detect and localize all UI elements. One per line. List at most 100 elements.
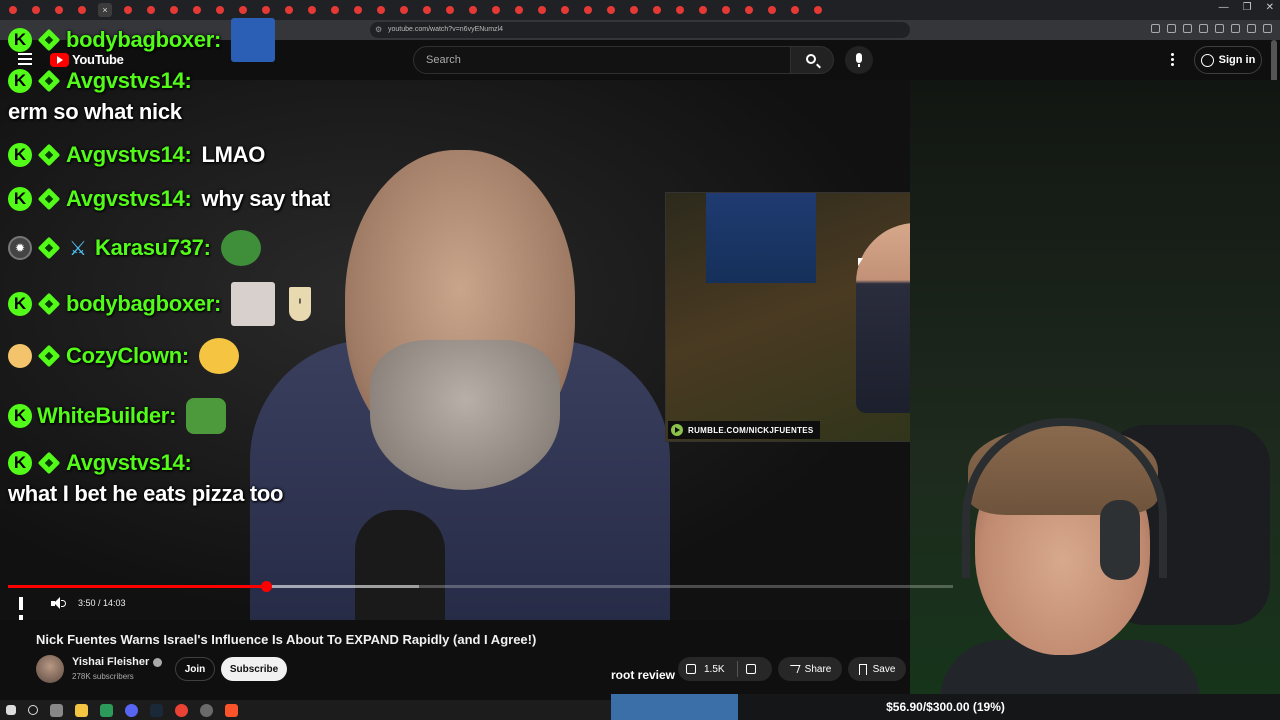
browser-tab[interactable] (788, 3, 802, 17)
app-icon[interactable] (100, 703, 113, 717)
clown-badge-icon (8, 344, 32, 368)
extension-icon[interactable] (1215, 24, 1224, 33)
share-button[interactable]: Share (778, 657, 842, 681)
youtube-favicon-icon (653, 6, 661, 14)
browser-tab[interactable] (466, 3, 480, 17)
search-button[interactable] (790, 46, 834, 74)
chrome-icon[interactable] (175, 703, 188, 717)
progress-bar[interactable] (8, 581, 953, 592)
extension-icon[interactable] (1247, 24, 1256, 33)
pause-button[interactable] (19, 597, 31, 628)
chat-message: K Avgvstvs14: why say that (8, 186, 330, 212)
browser-tab[interactable] (305, 3, 319, 17)
subscriber-badge-icon (37, 69, 61, 93)
search-taskbar-icon[interactable] (28, 705, 38, 715)
search-input[interactable]: Search (413, 46, 791, 74)
site-info-icon[interactable]: ⚙ (375, 22, 382, 38)
voice-search-button[interactable] (845, 46, 873, 74)
join-button[interactable]: Join (175, 657, 215, 681)
settings-menu-icon[interactable] (1171, 53, 1175, 68)
browser-tab[interactable] (811, 3, 825, 17)
browser-tab[interactable] (282, 3, 296, 17)
subscriber-badge-icon (37, 292, 61, 316)
channel-name-text: Yishai Fleisher (72, 656, 150, 668)
browser-tab[interactable] (328, 3, 342, 17)
sign-in-button[interactable]: Sign in (1194, 46, 1262, 74)
donation-goal-text: $56.90/$300.00 (19%) (886, 700, 1005, 714)
browser-tab[interactable] (673, 3, 687, 17)
browser-tab[interactable] (351, 3, 365, 17)
donation-goal-bar: $56.90/$300.00 (19%) (611, 694, 1280, 720)
kick-badge-icon: K (8, 292, 32, 316)
browser-tab[interactable] (75, 3, 89, 17)
task-view-icon[interactable] (50, 703, 63, 717)
obs-icon[interactable] (200, 703, 213, 717)
youtube-favicon-icon (9, 6, 17, 14)
browser-tab[interactable] (121, 3, 135, 17)
browser-menu-icon[interactable] (1263, 24, 1272, 33)
browser-tab[interactable] (512, 3, 526, 17)
browser-tab[interactable] (52, 3, 66, 17)
extension-icon[interactable] (1231, 24, 1240, 33)
kick-badge-icon: K (8, 69, 32, 93)
browser-tab[interactable] (167, 3, 181, 17)
extension-icon[interactable] (1151, 24, 1160, 33)
browser-tab[interactable] (581, 3, 595, 17)
discord-icon[interactable] (125, 703, 138, 717)
youtube-favicon-icon (354, 6, 362, 14)
youtube-favicon-icon (676, 6, 684, 14)
browser-tab[interactable] (535, 3, 549, 17)
browser-tab[interactable] (236, 3, 250, 17)
browser-tab[interactable] (443, 3, 457, 17)
minimize-icon[interactable]: — (1219, 2, 1229, 13)
restore-icon[interactable]: ❐ (1243, 2, 1252, 13)
browser-tab[interactable] (696, 3, 710, 17)
browser-tab[interactable] (374, 3, 388, 17)
scrubber-handle[interactable] (260, 581, 272, 592)
browser-tab[interactable] (604, 3, 618, 17)
youtube-favicon-icon (584, 6, 592, 14)
verified-icon (153, 657, 163, 667)
url-field[interactable]: ⚙ youtube.com/watch?v=n6vyENumzl4 (370, 22, 910, 38)
extension-icon[interactable] (1167, 24, 1176, 33)
browser-tab[interactable] (190, 3, 204, 17)
brave-icon[interactable] (225, 703, 238, 717)
browser-tab[interactable] (6, 3, 20, 17)
channel-name[interactable]: Yishai Fleisher (72, 656, 163, 668)
like-button[interactable]: 1.5K (678, 661, 738, 677)
browser-tab[interactable] (213, 3, 227, 17)
steam-icon[interactable] (150, 703, 163, 717)
close-window-icon[interactable]: ✕ (1266, 2, 1274, 13)
browser-tab[interactable] (489, 3, 503, 17)
save-button[interactable]: Save (848, 657, 906, 681)
browser-tab[interactable] (29, 3, 43, 17)
youtube-favicon-icon (78, 6, 86, 14)
browser-tab[interactable] (650, 3, 664, 17)
browser-tab[interactable] (420, 3, 434, 17)
youtube-favicon-icon (768, 6, 776, 14)
browser-tab[interactable] (259, 3, 273, 17)
rat-emote-icon (231, 282, 275, 326)
youtube-favicon-icon (745, 6, 753, 14)
extension-icon[interactable] (1183, 24, 1192, 33)
browser-tab[interactable] (742, 3, 756, 17)
browser-tab[interactable] (719, 3, 733, 17)
share-arrow-icon (787, 665, 801, 673)
browser-tab[interactable] (765, 3, 779, 17)
channel-avatar[interactable] (36, 655, 64, 683)
browser-tab[interactable] (397, 3, 411, 17)
browser-tab[interactable] (627, 3, 641, 17)
dislike-button[interactable] (738, 664, 772, 674)
youtube-favicon-icon (607, 6, 615, 14)
volume-icon[interactable] (51, 597, 67, 610)
browser-tab[interactable] (144, 3, 158, 17)
file-explorer-icon[interactable] (75, 703, 88, 717)
browser-tab-active[interactable]: × (98, 3, 112, 17)
youtube-favicon-icon (331, 6, 339, 14)
extension-icon[interactable] (1199, 24, 1208, 33)
windows-start-icon[interactable] (6, 705, 16, 715)
subscribe-button[interactable]: Subscribe (221, 657, 287, 681)
chat-username: Avgvstvs14: (66, 450, 192, 475)
kick-badge-icon: K (8, 404, 32, 428)
browser-tab[interactable] (558, 3, 572, 17)
